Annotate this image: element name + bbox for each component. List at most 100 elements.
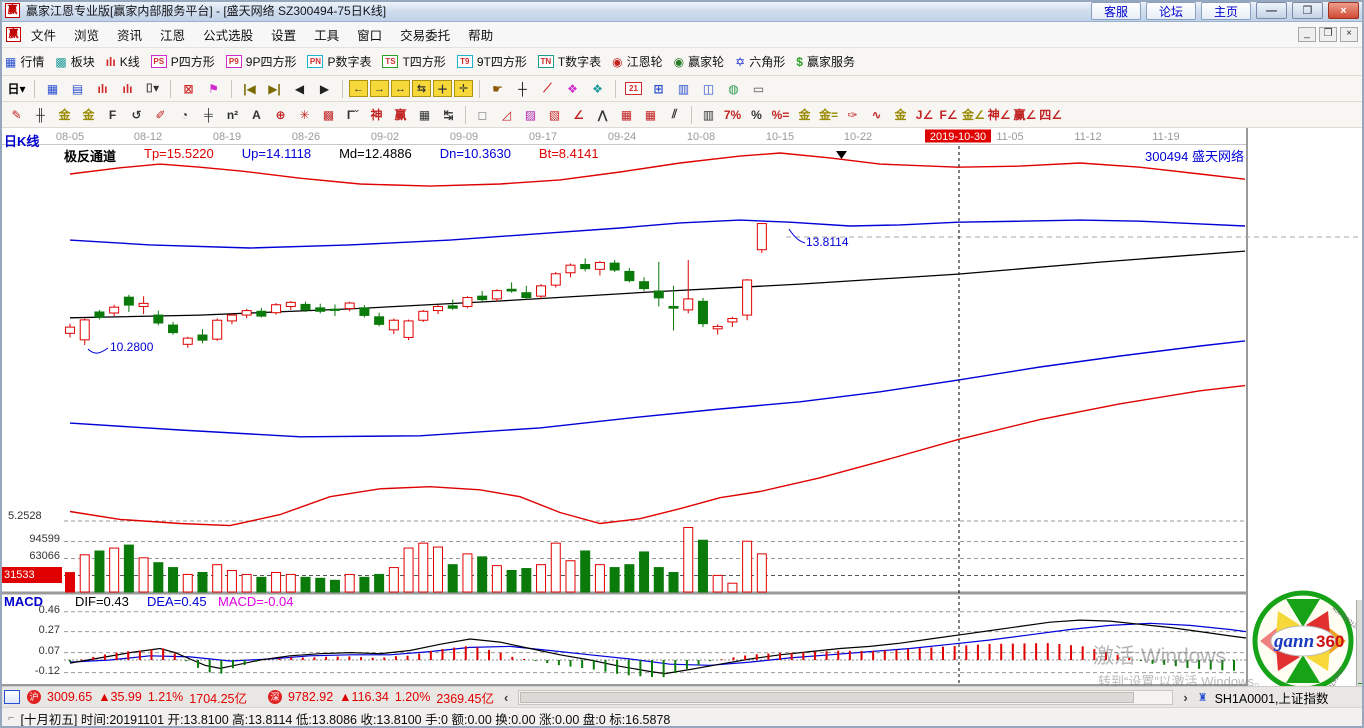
tool-quotes[interactable]: ▦ 行情 xyxy=(5,53,44,70)
hand-tool-icon[interactable]: ☛ xyxy=(486,79,509,99)
tool-hexagon[interactable]: ✡ 六角形 xyxy=(735,53,785,70)
notes-icon[interactable]: ▥ xyxy=(672,79,695,99)
menu-浏览[interactable]: 浏览 xyxy=(65,22,108,47)
fan-lines-icon[interactable]: ◿ xyxy=(495,105,518,125)
nav-first-icon[interactable]: |◀ xyxy=(238,79,261,99)
pen-knife-icon[interactable]: ✎ xyxy=(5,105,28,125)
ying-angle-icon[interactable]: 赢∠ xyxy=(1013,105,1038,125)
diamond-cross-icon[interactable]: ✛ xyxy=(454,80,473,97)
ying-tool-icon[interactable]: 赢 xyxy=(389,105,412,125)
period-day-selector[interactable]: 日▾ xyxy=(5,79,28,99)
gold-angle-icon[interactable]: 金∠ xyxy=(961,105,986,125)
letter-a-icon[interactable]: A xyxy=(245,105,268,125)
world-clock-icon[interactable]: ◍ xyxy=(722,79,745,99)
fib-grid-icon[interactable]: F xyxy=(101,105,124,125)
diamond-plus-icon[interactable]: ＋ xyxy=(433,80,452,97)
j-angle-icon[interactable]: J∠ xyxy=(913,105,936,125)
tool-t-number-table[interactable]: TN T数字表 xyxy=(537,53,601,70)
angle-set-icon[interactable]: ∠ xyxy=(567,105,590,125)
width-measure-icon[interactable]: ↹ xyxy=(437,105,460,125)
shen-angle-icon[interactable]: 神∠ xyxy=(987,105,1012,125)
tool-gann-wheel[interactable]: ◉ 江恩轮 xyxy=(612,53,663,70)
gold-grid-icon[interactable]: 金 xyxy=(53,105,76,125)
quote-table-icon[interactable] xyxy=(4,690,20,704)
calendar-21-icon[interactable]: 21 xyxy=(622,79,645,99)
diamond-compress-icon[interactable]: ↔ xyxy=(391,80,410,97)
menu-设置[interactable]: 设置 xyxy=(262,22,305,47)
mdi-close-button[interactable]: × xyxy=(1340,27,1358,42)
target-icon[interactable]: ⊕ xyxy=(269,105,292,125)
titlebar-button-论坛[interactable]: 论坛 xyxy=(1145,1,1196,20)
tool-p9-square[interactable]: P9 9P四方形 xyxy=(225,53,296,70)
f-angle-icon[interactable]: F∠ xyxy=(937,105,960,125)
menu-窗口[interactable]: 窗口 xyxy=(348,22,391,47)
calculator-icon[interactable]: ⊞ xyxy=(647,79,670,99)
printer-icon[interactable]: ▭ xyxy=(747,79,770,99)
mdi-restore-button[interactable]: ❐ xyxy=(1319,27,1337,42)
parallel-lines-icon[interactable]: ⫽ xyxy=(663,105,686,125)
tool-p-number-table[interactable]: PN P数字表 xyxy=(307,53,371,70)
scroll-right-icon[interactable]: › xyxy=(1180,690,1190,705)
minimize-button[interactable]: — xyxy=(1256,2,1287,19)
menu-文件[interactable]: 文件 xyxy=(22,22,65,47)
spiral-icon[interactable]: ↺ xyxy=(125,105,148,125)
pen2-icon[interactable]: ✐ xyxy=(149,105,172,125)
save-icon[interactable]: ◫ xyxy=(697,79,720,99)
tool-t9-square[interactable]: T9 9T四方形 xyxy=(456,53,527,70)
candle-style-selector[interactable]: ⌷▾ xyxy=(141,79,164,99)
gann-box2-icon[interactable]: ▧ xyxy=(543,105,566,125)
price-grid-icon[interactable]: ▦ xyxy=(615,105,638,125)
gold-grid2-icon[interactable]: 金 xyxy=(77,105,100,125)
nav-next-icon[interactable]: ▶ xyxy=(313,79,336,99)
mdi-minimize-button[interactable]: _ xyxy=(1298,27,1316,42)
restore-button[interactable]: ❐ xyxy=(1292,2,1323,19)
web-grid-icon[interactable]: ▩ xyxy=(317,105,340,125)
si-angle-icon[interactable]: 四∠ xyxy=(1038,105,1063,125)
wave-icon[interactable]: ∿ xyxy=(865,105,888,125)
right-edge-scrollbar[interactable] xyxy=(1356,600,1363,695)
time-cycle-icon[interactable]: ◔ xyxy=(173,105,196,125)
close-button[interactable]: × xyxy=(1328,2,1359,19)
color-ribbon-icon[interactable]: ⚑ xyxy=(202,79,225,99)
ruler-grid-icon[interactable]: ╫ xyxy=(29,105,52,125)
menu-江恩[interactable]: 江恩 xyxy=(151,22,194,47)
menu-交易委托[interactable]: 交易委托 xyxy=(391,22,459,47)
gann-web-teal-icon[interactable]: ❖ xyxy=(586,79,609,99)
menu-公式选股[interactable]: 公式选股 xyxy=(194,22,262,47)
tool-t-square[interactable]: TS T四方形 xyxy=(382,53,446,70)
price-grid2-icon[interactable]: ▦ xyxy=(639,105,662,125)
web-star-icon[interactable]: ✳ xyxy=(293,105,316,125)
info-panel-icon[interactable]: ▤ xyxy=(66,79,89,99)
tool-p-square[interactable]: PS P四方形 xyxy=(150,53,215,70)
annotate-icon[interactable]: ✑ xyxy=(841,105,864,125)
titlebar-button-主页[interactable]: 主页 xyxy=(1200,1,1251,20)
ruler2-icon[interactable]: ╪ xyxy=(197,105,220,125)
tool-sectors[interactable]: ▩ 板块 xyxy=(55,53,94,70)
percent7-icon[interactable]: 7% xyxy=(721,105,744,125)
scale-panel-icon[interactable]: ▥ xyxy=(697,105,720,125)
n-square-icon[interactable]: n² xyxy=(221,105,244,125)
menu-资讯[interactable]: 资讯 xyxy=(108,22,151,47)
gann-box-icon[interactable]: ▨ xyxy=(519,105,542,125)
percent-icon[interactable]: % xyxy=(745,105,768,125)
chart-window-icon[interactable]: ▦ xyxy=(41,79,64,99)
shanghai-index-summary[interactable]: 沪 3009.65 ▲35.99 1.21% 1704.25亿 xyxy=(27,688,247,707)
gann-web-magenta-icon[interactable]: ❖ xyxy=(561,79,584,99)
tool-kline[interactable]: ılı K线 xyxy=(106,53,140,70)
gamma-icon[interactable]: Γ˝ xyxy=(341,105,364,125)
vee-lines-icon[interactable]: ⋀ xyxy=(591,105,614,125)
gold-circle-icon[interactable]: 金 xyxy=(793,105,816,125)
diamond-expand-icon[interactable]: ⇆ xyxy=(412,80,431,97)
nav-last-icon[interactable]: ▶| xyxy=(263,79,286,99)
menu-帮助[interactable]: 帮助 xyxy=(459,22,502,47)
shen-tool-icon[interactable]: 神 xyxy=(365,105,388,125)
gold-lines-icon[interactable]: 金= xyxy=(817,105,840,125)
percent-lines-icon[interactable]: %= xyxy=(769,105,792,125)
crosshair-tool-icon[interactable]: ┼ xyxy=(511,79,534,99)
nav-prev-icon[interactable]: ◀ xyxy=(288,79,311,99)
diamond-right-icon[interactable]: → xyxy=(370,80,389,97)
angle-measure-icon[interactable]: ⟋ xyxy=(536,79,559,99)
bars-small-icon[interactable]: ılı xyxy=(91,79,114,99)
gold-line2-icon[interactable]: 金 xyxy=(889,105,912,125)
tool-winner-service[interactable]: $ 赢家服务 xyxy=(796,53,855,70)
